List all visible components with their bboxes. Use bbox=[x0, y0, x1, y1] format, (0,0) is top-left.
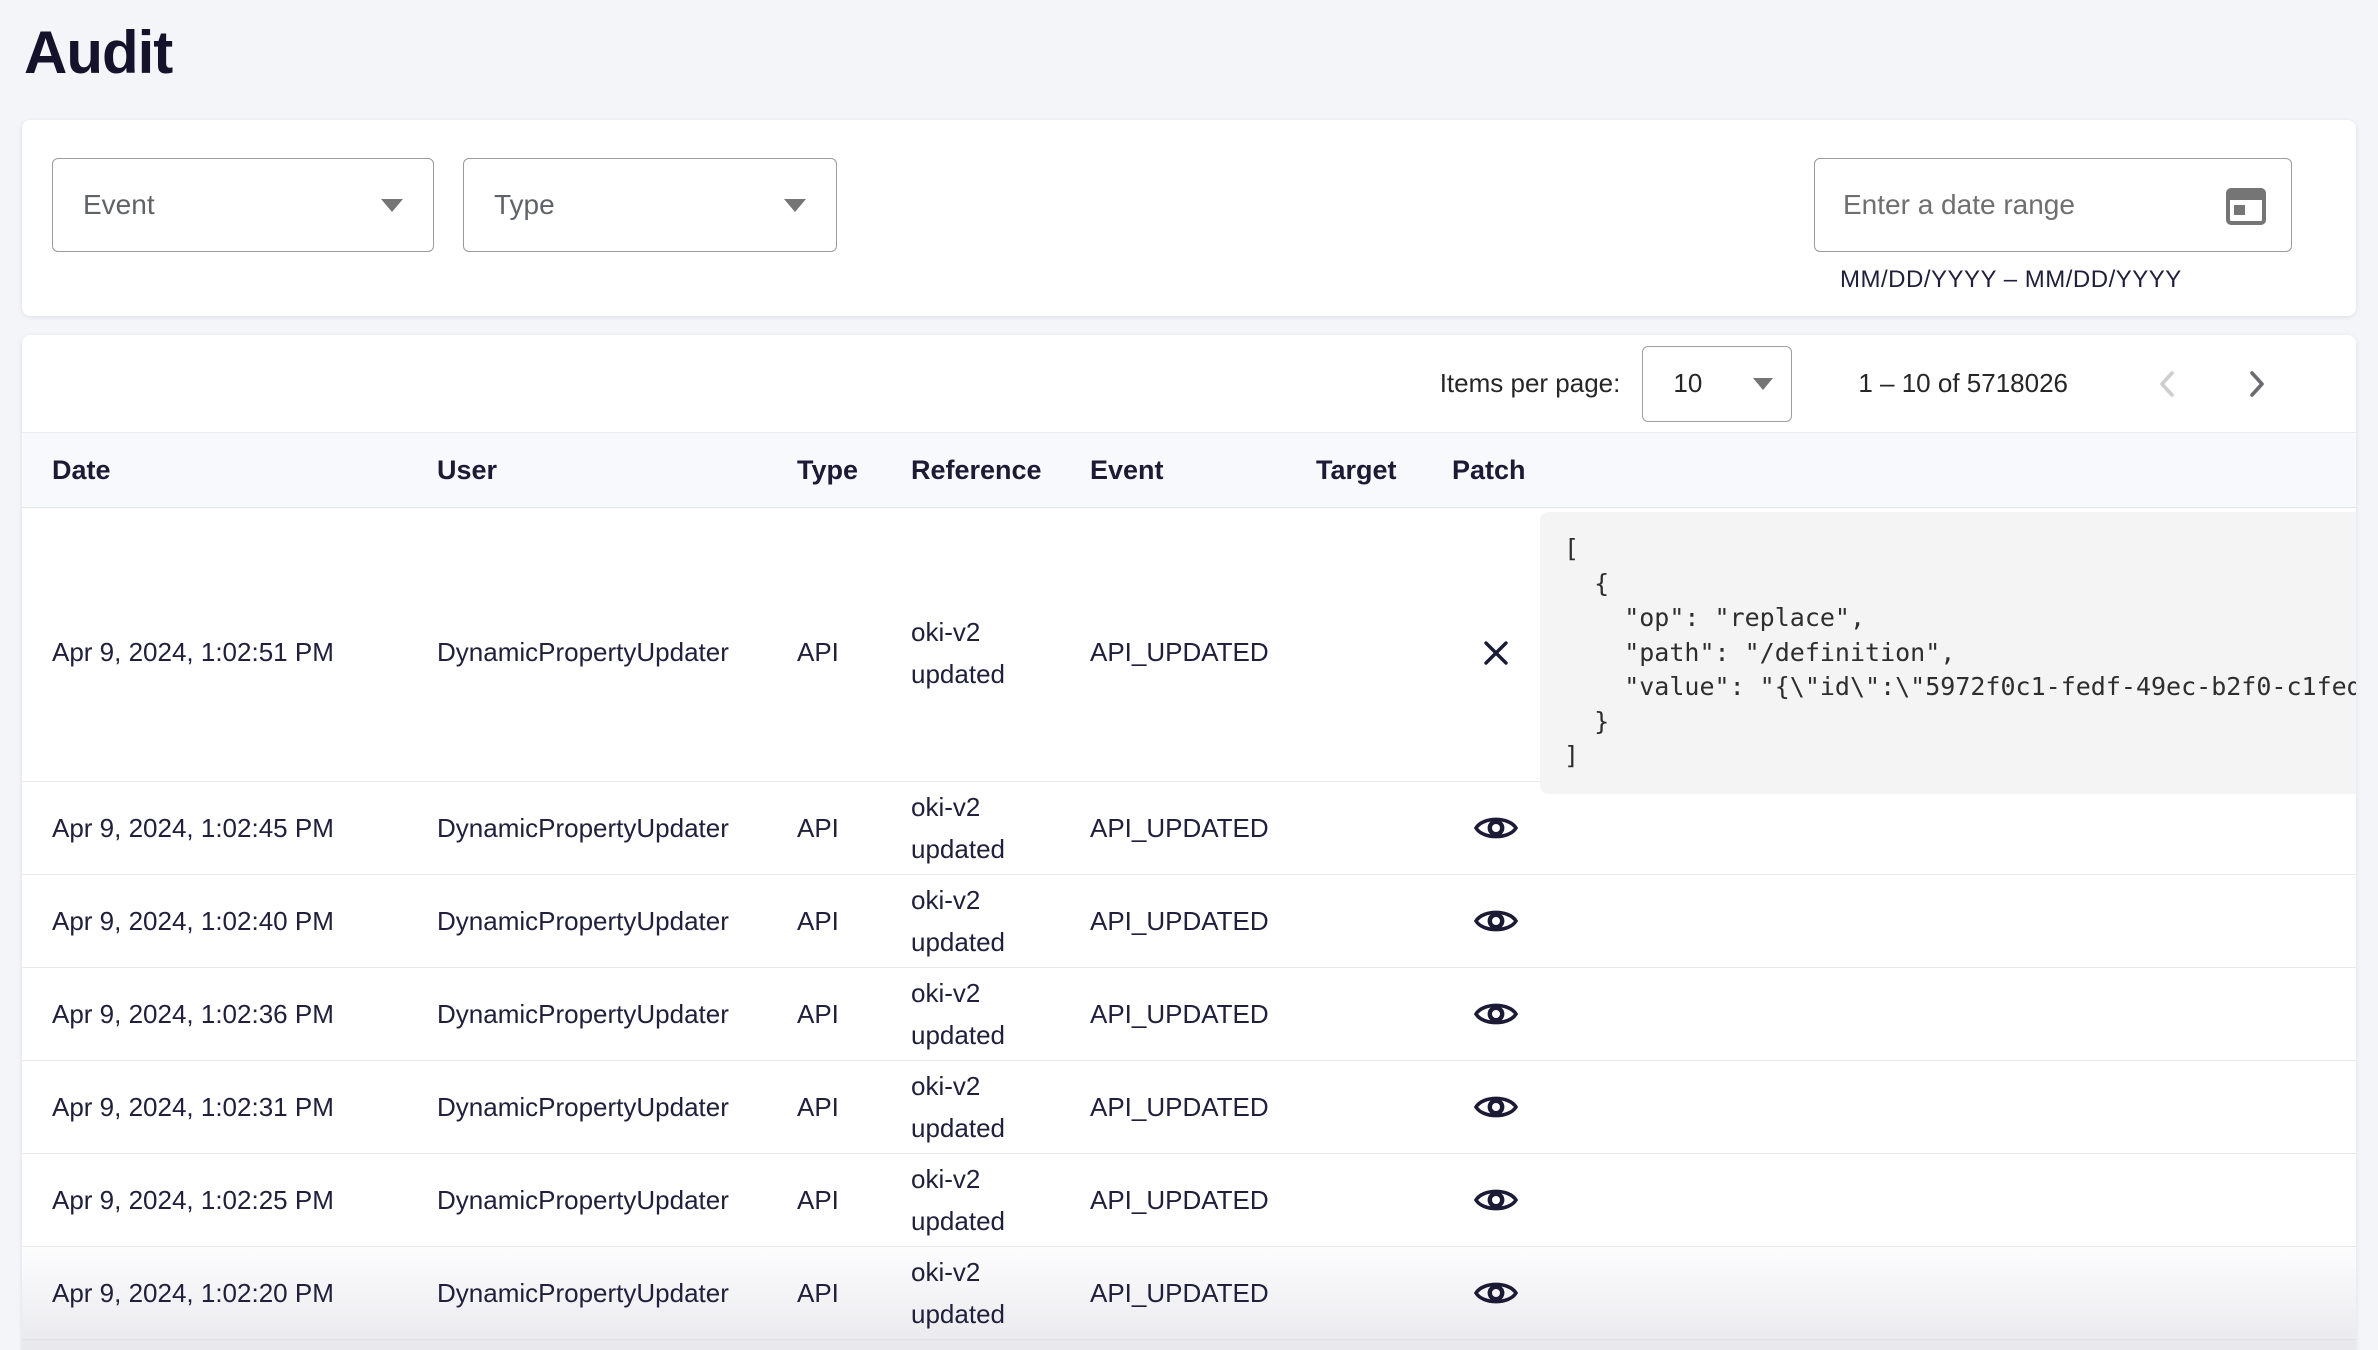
patch-json-line: { bbox=[1564, 567, 2356, 602]
event-filter-label: Event bbox=[53, 189, 381, 221]
chevron-down-icon bbox=[1753, 378, 1773, 390]
cell-user: DynamicPropertyUpdater bbox=[437, 1185, 797, 1216]
event-filter-select[interactable]: Event bbox=[52, 158, 434, 252]
table-row: Apr 9, 2024, 1:02:36 PM DynamicPropertyU… bbox=[22, 968, 2356, 1061]
close-icon bbox=[1479, 636, 1513, 670]
open-calendar-button[interactable] bbox=[2217, 176, 2275, 234]
view-patch-button[interactable] bbox=[1466, 1170, 1526, 1230]
hide-patch-button[interactable] bbox=[1466, 623, 1526, 683]
next-row-edge bbox=[22, 1340, 2356, 1350]
column-header-event: Event bbox=[1090, 455, 1316, 486]
calendar-icon bbox=[2223, 182, 2269, 228]
view-patch-button[interactable] bbox=[1466, 984, 1526, 1044]
audit-table-card: Items per page: 10 1 – 10 of 5718026 Dat… bbox=[22, 335, 2356, 1350]
cell-date: Apr 9, 2024, 1:02:51 PM bbox=[52, 637, 437, 668]
date-range-input[interactable] bbox=[1815, 189, 2217, 221]
column-header-user: User bbox=[437, 455, 797, 486]
eye-icon bbox=[1473, 1090, 1519, 1124]
table-row: Apr 9, 2024, 1:02:31 PM DynamicPropertyU… bbox=[22, 1061, 2356, 1154]
cell-user: DynamicPropertyUpdater bbox=[437, 813, 797, 844]
previous-page-button[interactable] bbox=[2140, 356, 2196, 412]
cell-event: API_UPDATED bbox=[1090, 637, 1316, 668]
cell-date: Apr 9, 2024, 1:02:45 PM bbox=[52, 813, 437, 844]
cell-event: API_UPDATED bbox=[1090, 906, 1316, 937]
cell-reference: oki-v2 updated bbox=[911, 1158, 1090, 1242]
eye-icon bbox=[1473, 904, 1519, 938]
cell-type: API bbox=[797, 999, 911, 1030]
column-header-type: Type bbox=[797, 455, 911, 486]
table-header-row: Date User Type Reference Event Target Pa… bbox=[22, 433, 2356, 508]
cell-user: DynamicPropertyUpdater bbox=[437, 906, 797, 937]
date-format-hint: MM/DD/YYYY – MM/DD/YYYY bbox=[1840, 266, 2182, 294]
patch-json-line: [ bbox=[1564, 532, 2356, 567]
cell-user: DynamicPropertyUpdater bbox=[437, 999, 797, 1030]
cell-user: DynamicPropertyUpdater bbox=[437, 1092, 797, 1123]
chevron-down-icon bbox=[784, 199, 806, 212]
cell-reference: oki-v2 updated bbox=[911, 611, 1090, 695]
cell-type: API bbox=[797, 906, 911, 937]
column-header-date: Date bbox=[52, 455, 437, 486]
column-header-patch: Patch bbox=[1452, 455, 1540, 486]
type-filter-label: Type bbox=[464, 189, 784, 221]
items-per-page-select[interactable]: 10 bbox=[1642, 346, 1792, 422]
cell-date: Apr 9, 2024, 1:02:31 PM bbox=[52, 1092, 437, 1123]
table-row: Apr 9, 2024, 1:02:51 PM DynamicPropertyU… bbox=[22, 508, 2356, 782]
cell-date: Apr 9, 2024, 1:02:20 PM bbox=[52, 1278, 437, 1309]
eye-icon bbox=[1473, 811, 1519, 845]
eye-icon bbox=[1473, 1183, 1519, 1217]
cell-event: API_UPDATED bbox=[1090, 1092, 1316, 1123]
cell-event: API_UPDATED bbox=[1090, 999, 1316, 1030]
cell-reference: oki-v2 updated bbox=[911, 786, 1090, 870]
cell-type: API bbox=[797, 637, 911, 668]
next-page-button[interactable] bbox=[2228, 356, 2284, 412]
type-filter-select[interactable]: Type bbox=[463, 158, 837, 252]
items-per-page-label: Items per page: bbox=[1440, 368, 1621, 399]
table-row: Apr 9, 2024, 1:02:25 PM DynamicPropertyU… bbox=[22, 1154, 2356, 1247]
chevron-down-icon bbox=[381, 199, 403, 212]
cell-reference: oki-v2 updated bbox=[911, 1251, 1090, 1335]
paginator: Items per page: 10 1 – 10 of 5718026 bbox=[22, 335, 2356, 433]
pagination-range: 1 – 10 of 5718026 bbox=[1858, 368, 2068, 399]
view-patch-button[interactable] bbox=[1466, 1263, 1526, 1323]
view-patch-button[interactable] bbox=[1466, 798, 1526, 858]
cell-type: API bbox=[797, 813, 911, 844]
table-row: Apr 9, 2024, 1:02:20 PM DynamicPropertyU… bbox=[22, 1247, 2356, 1340]
cell-reference: oki-v2 updated bbox=[911, 972, 1090, 1056]
cell-date: Apr 9, 2024, 1:02:40 PM bbox=[52, 906, 437, 937]
cell-user: DynamicPropertyUpdater bbox=[437, 637, 797, 668]
column-header-target: Target bbox=[1316, 455, 1452, 486]
cell-date: Apr 9, 2024, 1:02:25 PM bbox=[52, 1185, 437, 1216]
cell-user: DynamicPropertyUpdater bbox=[437, 1278, 797, 1309]
patch-json-block: [ { "op": "replace", "path": "/definitio… bbox=[1540, 512, 2356, 794]
cell-event: API_UPDATED bbox=[1090, 813, 1316, 844]
cell-event: API_UPDATED bbox=[1090, 1185, 1316, 1216]
date-range-field[interactable] bbox=[1814, 158, 2292, 252]
items-per-page-value: 10 bbox=[1673, 368, 1702, 399]
eye-icon bbox=[1473, 997, 1519, 1031]
table-row: Apr 9, 2024, 1:02:40 PM DynamicPropertyU… bbox=[22, 875, 2356, 968]
cell-type: API bbox=[797, 1278, 911, 1309]
filter-bar: Event Type MM/DD/YYYY – MM/DD/YYYY bbox=[22, 120, 2356, 316]
eye-icon bbox=[1473, 1276, 1519, 1310]
patch-json-line: "value": "{\"id\":\"5972f0c1-fedf-49ec-b… bbox=[1564, 670, 2356, 705]
page-title: Audit bbox=[24, 18, 172, 87]
chevron-right-icon bbox=[2240, 368, 2272, 400]
cell-event: API_UPDATED bbox=[1090, 1278, 1316, 1309]
cell-type: API bbox=[797, 1185, 911, 1216]
patch-json-line: "path": "/definition", bbox=[1564, 636, 2356, 671]
chevron-left-icon bbox=[2152, 368, 2184, 400]
patch-json-line: "op": "replace", bbox=[1564, 601, 2356, 636]
cell-reference: oki-v2 updated bbox=[911, 1065, 1090, 1149]
cell-reference: oki-v2 updated bbox=[911, 879, 1090, 963]
view-patch-button[interactable] bbox=[1466, 891, 1526, 951]
patch-json-line: ] bbox=[1564, 739, 2356, 774]
cell-type: API bbox=[797, 1092, 911, 1123]
column-header-reference: Reference bbox=[911, 455, 1090, 486]
view-patch-button[interactable] bbox=[1466, 1077, 1526, 1137]
patch-json-line: } bbox=[1564, 705, 2356, 740]
cell-date: Apr 9, 2024, 1:02:36 PM bbox=[52, 999, 437, 1030]
